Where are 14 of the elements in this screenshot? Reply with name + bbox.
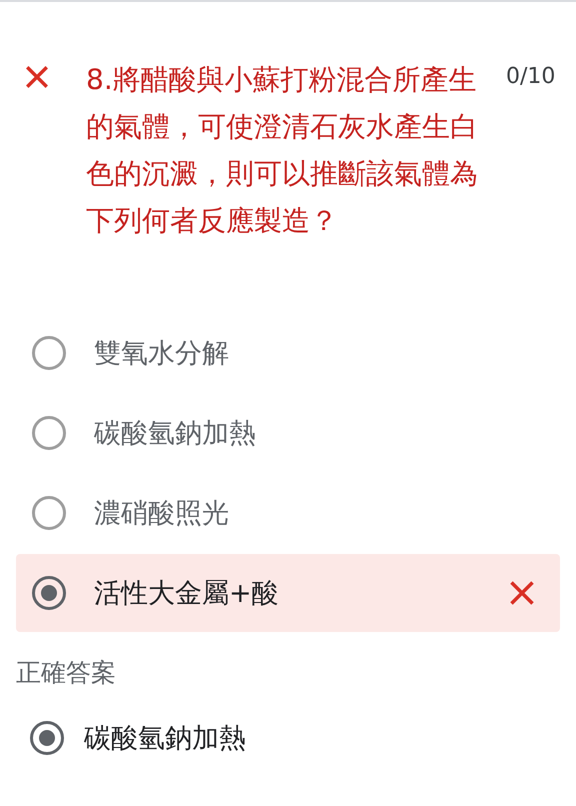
radio-button[interactable]: [32, 416, 66, 450]
option-label: 碳酸氫鈉加熱: [94, 417, 256, 451]
cross-icon: [508, 579, 536, 607]
radio-button[interactable]: [32, 336, 66, 370]
radio-button[interactable]: [32, 496, 66, 530]
option-label: 雙氧水分解: [94, 337, 229, 371]
section-heading: 正確答案: [16, 657, 117, 689]
radio-button[interactable]: [30, 721, 64, 755]
option-label: 活性大金屬+酸: [94, 577, 279, 611]
score-text: 0/10: [506, 64, 556, 89]
option-label: 濃硝酸照光: [94, 497, 229, 531]
option-label: 碳酸氫鈉加熱: [84, 722, 246, 756]
question-text: 8.將醋酸與小蘇打粉混合所產生的氣體，可使澄清石灰水產生白色的沉澱，則可以推斷該氣體為下列何者反應製造？: [86, 62, 479, 239]
radio-button[interactable]: [32, 576, 66, 610]
